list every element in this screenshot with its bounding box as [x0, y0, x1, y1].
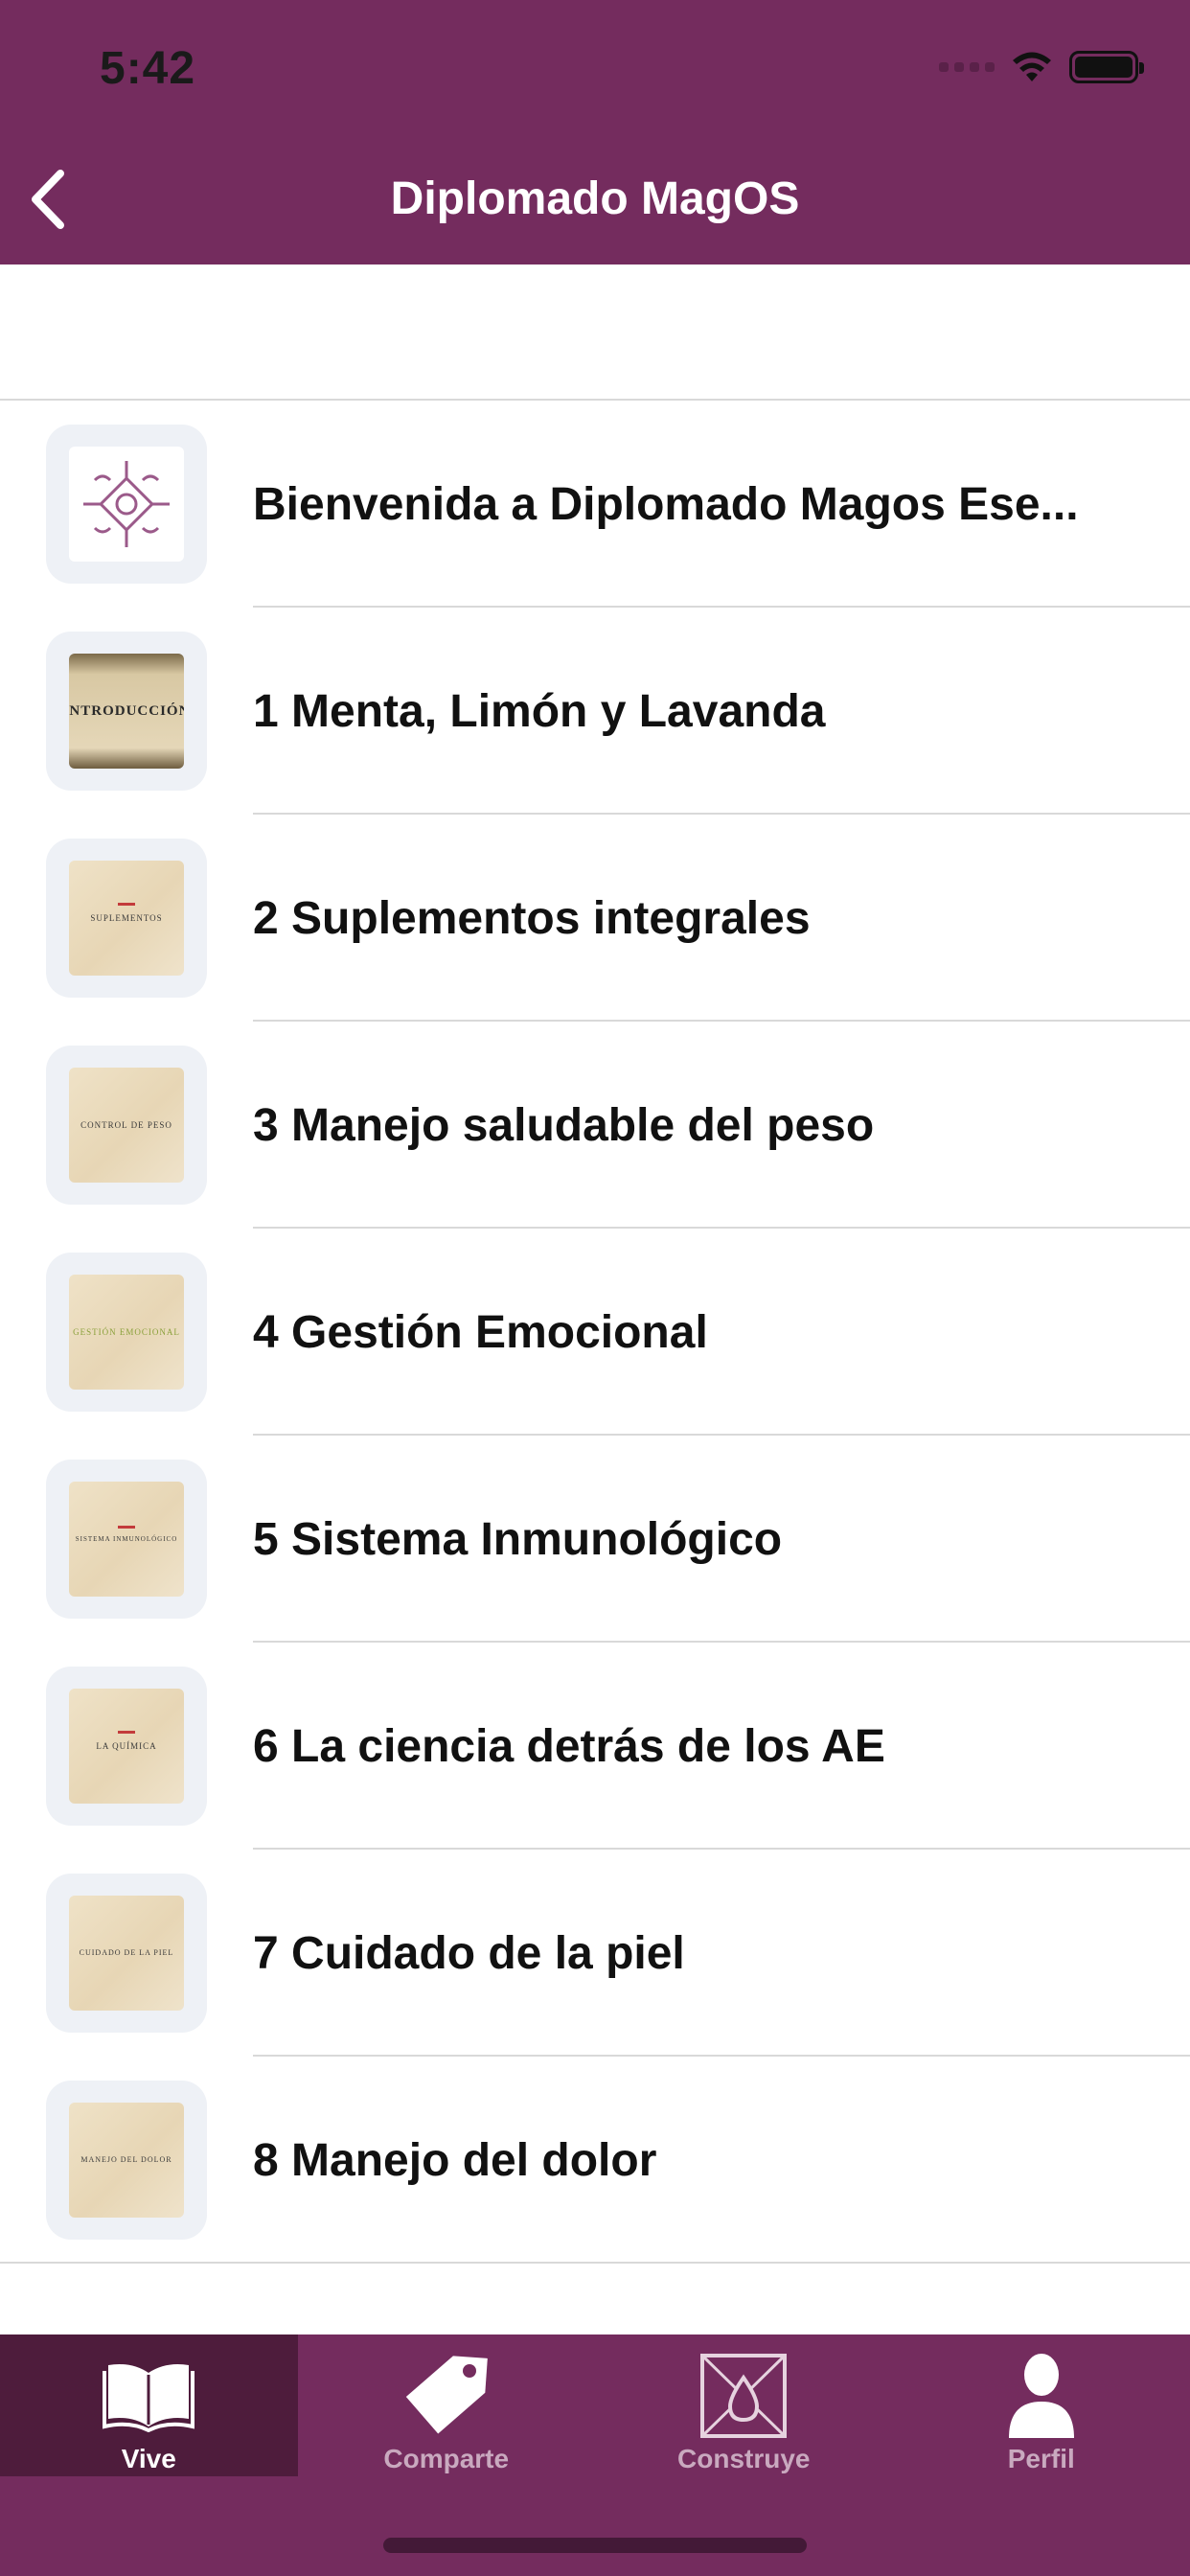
home-indicator [383, 2538, 807, 2553]
lesson-row[interactable]: GESTIÓN EMOCIONAL 4 Gestión Emocional [0, 1229, 1190, 1436]
person-icon [1008, 2354, 1074, 2438]
tab-vive[interactable]: Vive [0, 2334, 298, 2476]
lesson-thumbnail: SUPLEMENTOS [46, 839, 207, 998]
lesson-row[interactable]: INTRODUCCIÓN 1 Menta, Limón y Lavanda [0, 608, 1190, 815]
cover-title: MANEJO DEL DOLOR [80, 2155, 172, 2164]
lesson-title: Bienvenida a Diplomado Magos Ese... [253, 478, 1079, 530]
cover-title: GESTIÓN EMOCIONAL [73, 1326, 180, 1337]
lesson-row[interactable]: SUPLEMENTOS 2 Suplementos integrales [0, 815, 1190, 1022]
open-book-icon [103, 2364, 195, 2432]
lesson-title: 3 Manejo saludable del peso [253, 1099, 875, 1151]
cover-title: SUPLEMENTOS [90, 912, 163, 923]
lesson-thumbnail: MANEJO DEL DOLOR [46, 2081, 207, 2240]
lesson-title: 4 Gestión Emocional [253, 1306, 708, 1358]
lesson-cover-image: GESTIÓN EMOCIONAL [69, 1275, 184, 1390]
lesson-thumbnail: CUIDADO DE LA PIEL [46, 1874, 207, 2033]
cover-title: LA QUÍMICA [96, 1740, 157, 1751]
lesson-thumbnail: LA QUÍMICA [46, 1667, 207, 1826]
lesson-cover-image: SISTEMA INMUNOLÓGICO [69, 1482, 184, 1597]
tab-comparte[interactable]: Comparte [298, 2334, 596, 2476]
lesson-row[interactable]: SISTEMA INMUNOLÓGICO 5 Sistema Inmunológ… [0, 1436, 1190, 1643]
lesson-title: 7 Cuidado de la piel [253, 1927, 685, 1979]
lesson-list: Bienvenida a Diplomado Magos Ese... INTR… [0, 399, 1190, 2264]
page-title: Diplomado MagOS [390, 173, 800, 224]
lesson-cover-image: SUPLEMENTOS [69, 861, 184, 976]
tab-perfil[interactable]: Perfil [893, 2334, 1190, 2476]
cover-title: INTRODUCCIÓN [69, 702, 184, 719]
lesson-title: 6 La ciencia detrás de los AE [253, 1720, 885, 1772]
lesson-row[interactable]: MANEJO DEL DOLOR 8 Manejo del dolor [0, 2057, 1190, 2264]
lesson-title: 8 Manejo del dolor [253, 2134, 657, 2186]
magos-logo-icon [69, 447, 184, 562]
status-time: 5:42 [100, 43, 196, 94]
status-icons [939, 50, 1144, 84]
lesson-row[interactable]: CONTROL DE PESO 3 Manejo saludable del p… [0, 1022, 1190, 1229]
lesson-title: 2 Suplementos integrales [253, 892, 811, 944]
lesson-cover-image: CONTROL DE PESO [69, 1068, 184, 1183]
tab-label: Vive [121, 2444, 176, 2473]
cover-accent [118, 1731, 135, 1734]
tab-label: Perfil [1007, 2444, 1075, 2473]
cover-title: CUIDADO DE LA PIEL [79, 1948, 174, 1957]
cover-accent [118, 903, 135, 906]
cover-title: CONTROL DE PESO [80, 1119, 172, 1130]
lesson-cover-image: INTRODUCCIÓN [69, 654, 184, 769]
tag-icon [405, 2356, 488, 2434]
cover-title: SISTEMA INMUNOLÓGICO [75, 1534, 178, 1543]
battery-icon [1069, 51, 1144, 83]
lesson-thumbnail [46, 425, 207, 584]
lesson-thumbnail: CONTROL DE PESO [46, 1046, 207, 1205]
lesson-row[interactable]: LA QUÍMICA 6 La ciencia detrás de los AE [0, 1643, 1190, 1850]
lesson-thumbnail: INTRODUCCIÓN [46, 632, 207, 791]
lesson-thumbnail: SISTEMA INMUNOLÓGICO [46, 1460, 207, 1619]
cellular-signal-icon [939, 62, 995, 72]
tab-bar: Vive Comparte Construye Perfil [0, 2334, 1190, 2576]
drop-box-icon [700, 2354, 788, 2438]
lesson-row-welcome[interactable]: Bienvenida a Diplomado Magos Ese... [0, 401, 1190, 608]
lesson-cover-image: CUIDADO DE LA PIEL [69, 1896, 184, 2011]
tab-construye[interactable]: Construye [595, 2334, 893, 2476]
lesson-thumbnail: GESTIÓN EMOCIONAL [46, 1253, 207, 1412]
divider [0, 2262, 1190, 2264]
lesson-row[interactable]: CUIDADO DE LA PIEL 7 Cuidado de la piel [0, 1850, 1190, 2057]
tab-label: Construye [677, 2444, 811, 2473]
tab-label: Comparte [383, 2444, 510, 2473]
header: 5:42 Diplomado MagOS [0, 0, 1190, 264]
cover-accent [118, 1526, 135, 1529]
lesson-cover-image: MANEJO DEL DOLOR [69, 2103, 184, 2218]
lesson-title: 5 Sistema Inmunológico [253, 1513, 783, 1565]
wifi-icon [1013, 52, 1051, 81]
lesson-title: 1 Menta, Limón y Lavanda [253, 685, 826, 737]
lesson-cover-image: LA QUÍMICA [69, 1689, 184, 1804]
